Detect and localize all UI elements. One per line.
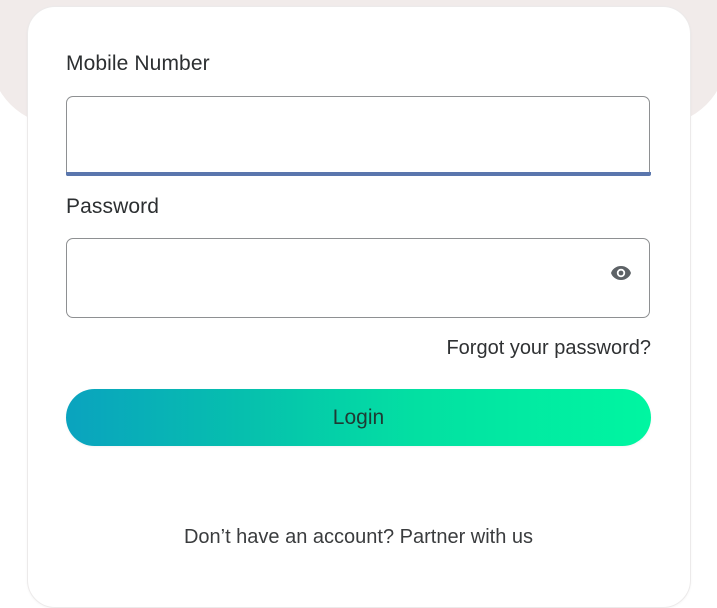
mobile-number-input[interactable] [66, 96, 650, 176]
signup-prompt: Don’t have an account? Partner with us [0, 526, 717, 549]
forgot-password-link[interactable]: Forgot your password? [446, 337, 651, 360]
mobile-number-label: Mobile Number [66, 52, 210, 75]
password-input[interactable] [66, 238, 650, 318]
eye-icon [611, 266, 631, 280]
partner-with-us-link[interactable]: Partner with us [400, 526, 533, 548]
signup-prompt-text: Don’t have an account? [183, 526, 395, 548]
login-button[interactable]: Login [66, 389, 651, 446]
password-label: Password [66, 195, 160, 218]
focus-underline [66, 172, 651, 176]
show-password-button[interactable] [604, 260, 638, 286]
